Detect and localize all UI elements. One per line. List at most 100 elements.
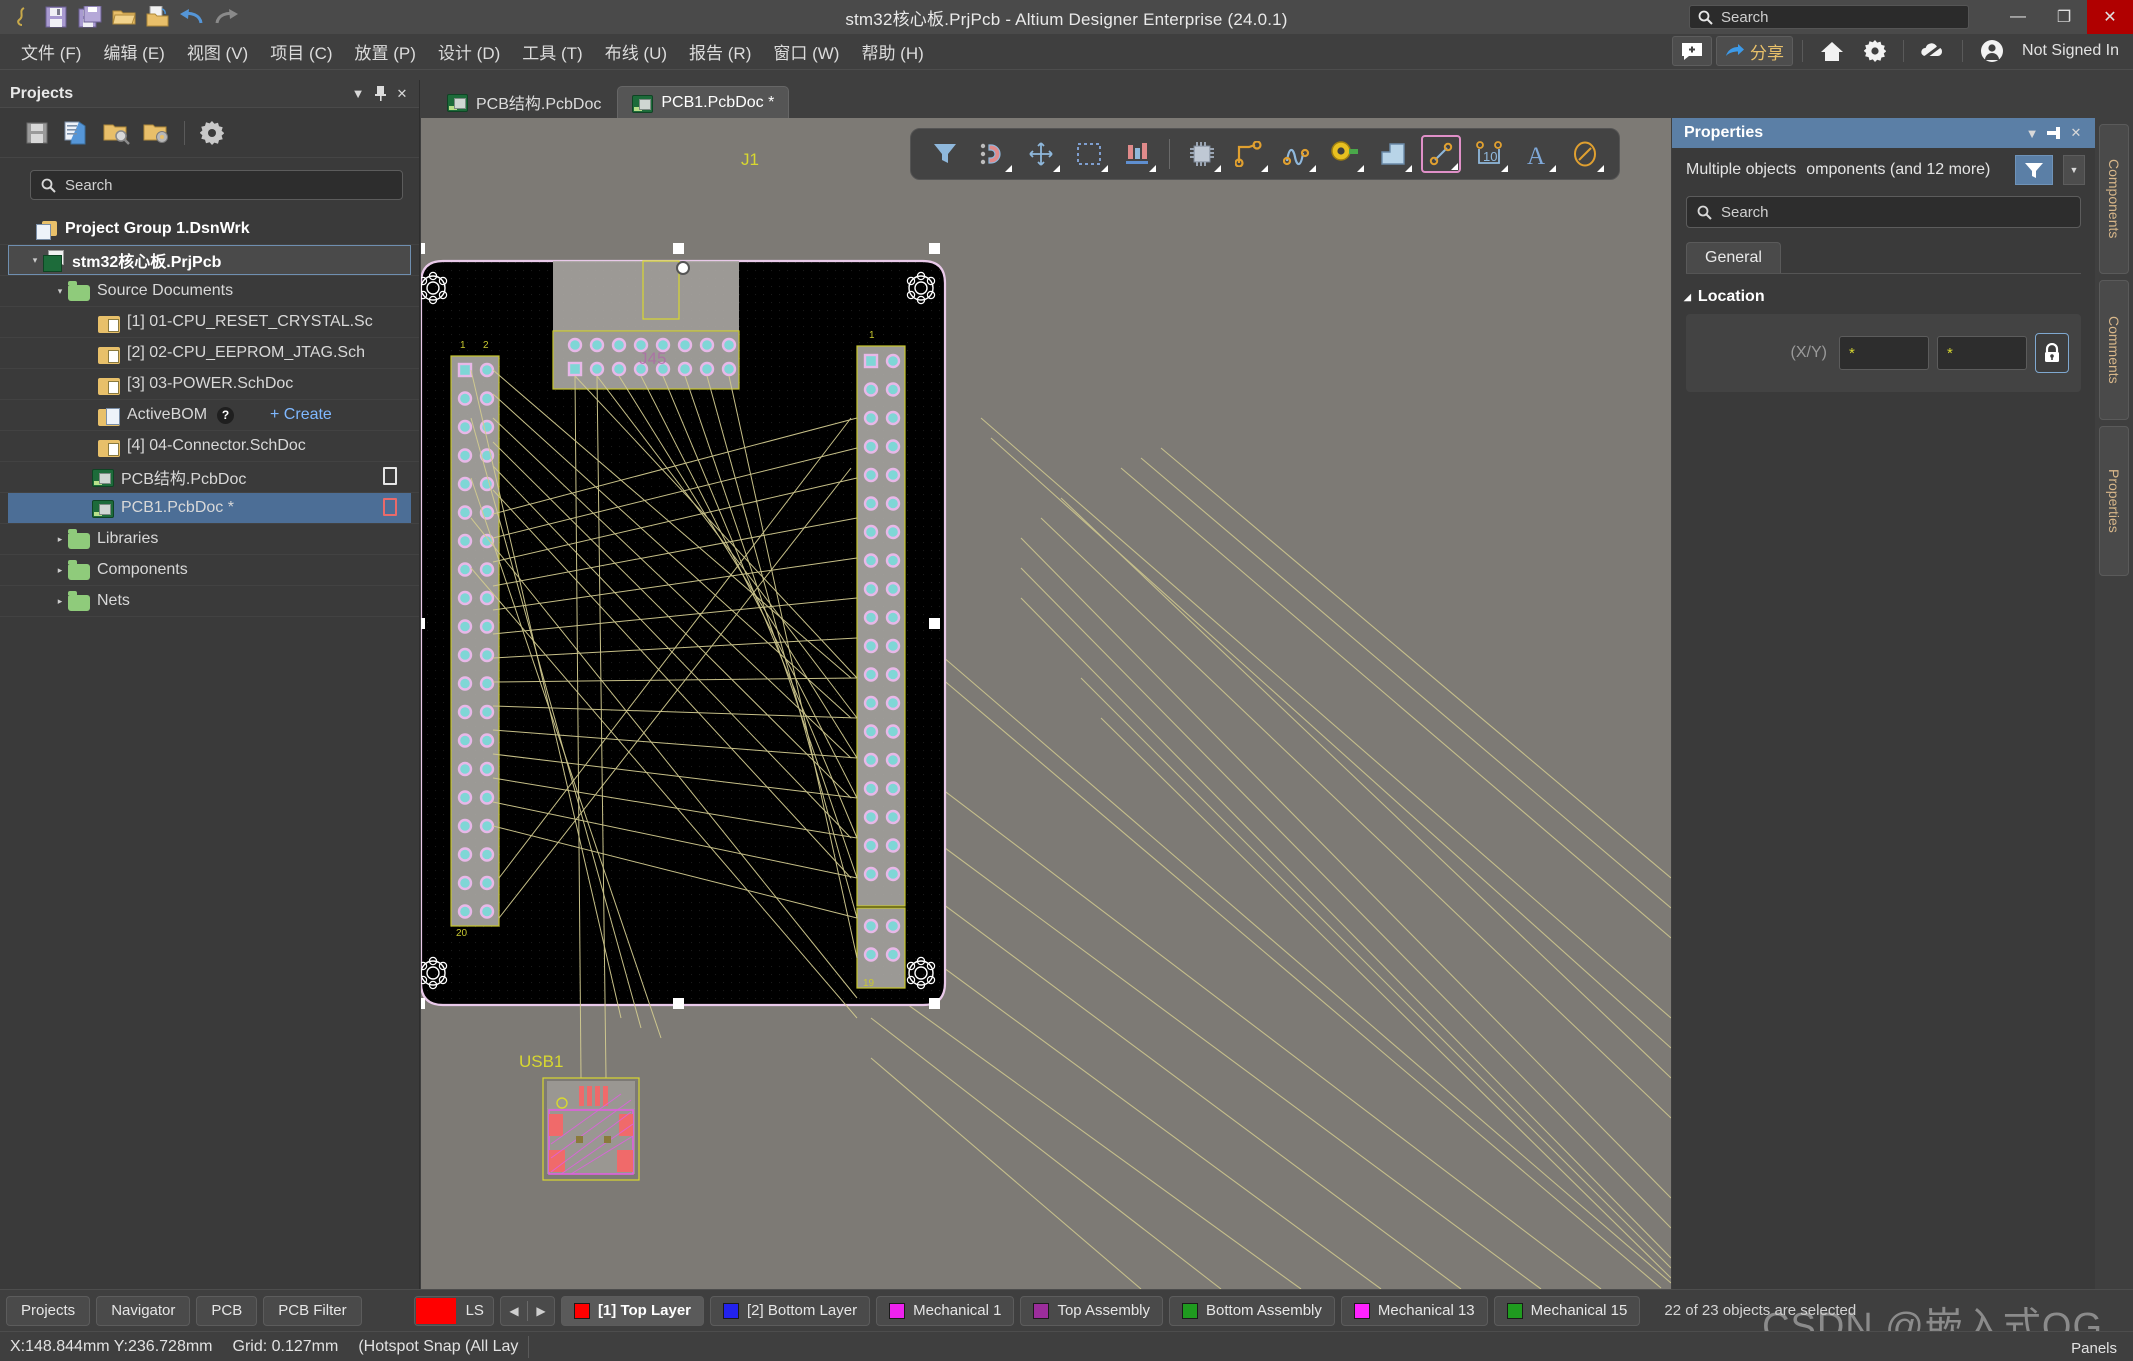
menu-item-tools[interactable]: 工具 (T) xyxy=(511,35,593,68)
pin-icon[interactable] xyxy=(2043,122,2065,144)
twisty-icon[interactable]: ▾ xyxy=(52,283,68,299)
pcb-canvas[interactable]: J45 J1 USB1 1 2 20 1 19 10 A xyxy=(421,118,1671,1289)
pen-icon[interactable] xyxy=(8,4,36,30)
menu-item-help[interactable]: 帮助 (H) xyxy=(850,35,934,68)
close-button[interactable]: ✕ xyxy=(2087,0,2133,34)
layer-tab-bottom-assembly[interactable]: Bottom Assembly xyxy=(1169,1295,1335,1326)
document-tab-pcb-structure[interactable]: PCB结构.PcbDoc xyxy=(433,86,615,118)
place-line-icon[interactable] xyxy=(1421,135,1462,173)
layer-tab-bottom-layer[interactable]: [2] Bottom Layer xyxy=(710,1295,871,1326)
add-comment-button[interactable] xyxy=(1672,36,1713,66)
pin-icon[interactable] xyxy=(369,83,391,105)
filter-icon[interactable] xyxy=(925,135,965,173)
tree-item-pcb-project[interactable]: ▾ stm32核心板.PrjPcb xyxy=(0,245,419,276)
chevron-down-icon[interactable]: ▼ xyxy=(347,83,369,105)
location-x-input[interactable]: * xyxy=(1839,336,1929,370)
layer-tab-top-assembly[interactable]: Top Assembly xyxy=(1020,1295,1164,1326)
menu-item-window[interactable]: 窗口 (W) xyxy=(762,35,850,68)
vtab-properties[interactable]: Properties xyxy=(2099,426,2129,576)
document-tab-pcb1[interactable]: PCB1.PcbDoc * xyxy=(617,86,790,118)
magnet-snap-icon[interactable] xyxy=(973,135,1013,173)
menu-item-edit[interactable]: 编辑 (E) xyxy=(92,35,175,68)
tree-item-components[interactable]: ▸ Components xyxy=(0,555,419,586)
properties-search-box[interactable]: Search xyxy=(1686,196,2081,228)
account-button[interactable] xyxy=(1972,36,2012,66)
layer-set-selector[interactable]: LS xyxy=(413,1295,494,1326)
menu-item-view[interactable]: 视图 (V) xyxy=(176,35,259,68)
layer-tab-mechanical-13[interactable]: Mechanical 13 xyxy=(1340,1295,1488,1326)
menu-item-route[interactable]: 布线 (U) xyxy=(594,35,678,68)
place-component-icon[interactable] xyxy=(1182,135,1222,173)
pcb-board-overlay[interactable]: J45 xyxy=(421,118,1671,1289)
properties-filter-button[interactable] xyxy=(2015,155,2053,185)
global-search-box[interactable]: Search xyxy=(1689,5,1969,29)
project-options-icon[interactable] xyxy=(142,118,172,148)
redo-icon[interactable] xyxy=(212,4,240,30)
selection-box-icon[interactable] xyxy=(1069,135,1109,173)
restore-button[interactable]: ❐ xyxy=(2041,0,2087,34)
location-lock-button[interactable] xyxy=(2035,333,2069,373)
panels-button[interactable]: Panels xyxy=(2061,1338,2127,1359)
tree-item-libraries[interactable]: ▸ Libraries xyxy=(0,524,419,555)
undo-icon[interactable] xyxy=(178,4,206,30)
preferences-button[interactable] xyxy=(1856,36,1894,66)
layer-tab-top-layer[interactable]: [1] Top Layer xyxy=(560,1295,705,1326)
panel-tab-navigator[interactable]: Navigator xyxy=(96,1295,191,1326)
menu-item-project[interactable]: 项目 (C) xyxy=(259,35,343,68)
twisty-icon[interactable]: ▾ xyxy=(27,252,43,268)
tree-item-source-documents[interactable]: ▾ Source Documents xyxy=(0,276,419,307)
menu-item-place[interactable]: 放置 (P) xyxy=(344,35,427,68)
tree-item-schematic-2[interactable]: [2] 02-CPU_EEPROM_JTAG.Sch xyxy=(0,338,419,369)
menu-item-reports[interactable]: 报告 (R) xyxy=(678,35,762,68)
align-icon[interactable] xyxy=(1117,135,1157,173)
twisty-icon[interactable]: ▸ xyxy=(52,531,68,547)
place-via-pad-icon[interactable] xyxy=(1325,135,1365,173)
location-y-input[interactable]: * xyxy=(1937,336,2027,370)
create-bom-link[interactable]: + Create xyxy=(270,406,332,424)
vtab-components[interactable]: Components xyxy=(2099,124,2129,274)
open-project-icon[interactable] xyxy=(102,118,132,148)
share-button[interactable]: 分享 xyxy=(1716,36,1794,66)
layer-prev-button[interactable]: ◀ xyxy=(501,1304,527,1318)
tree-item-project-group[interactable]: Project Group 1.DsnWrk xyxy=(0,214,419,245)
menu-item-design[interactable]: 设计 (D) xyxy=(427,35,511,68)
place-polygon-icon[interactable] xyxy=(1373,135,1413,173)
save-icon[interactable] xyxy=(42,4,70,30)
route-track-icon[interactable] xyxy=(1230,135,1270,173)
open-document-icon[interactable] xyxy=(144,4,172,30)
properties-filter-dropdown[interactable]: ▼ xyxy=(2063,155,2085,185)
place-dimension-icon[interactable]: 10 xyxy=(1469,135,1509,173)
layer-tab-mechanical-15[interactable]: Mechanical 15 xyxy=(1493,1295,1641,1326)
sign-in-status[interactable]: Not Signed In xyxy=(2022,42,2119,60)
notifications-off-button[interactable] xyxy=(1913,36,1953,66)
projects-search-box[interactable]: Search xyxy=(30,170,403,200)
move-crosshair-icon[interactable] xyxy=(1021,135,1061,173)
tree-item-pcb-structure-doc[interactable]: PCB结构.PcbDoc xyxy=(0,462,419,493)
panel-tab-pcb[interactable]: PCB xyxy=(196,1295,258,1326)
tree-item-pcb1-doc[interactable]: PCB1.PcbDoc * xyxy=(0,493,419,524)
layer-next-button[interactable]: ▶ xyxy=(528,1304,554,1318)
layer-tab-mechanical-1[interactable]: Mechanical 1 xyxy=(876,1295,1015,1326)
home-button[interactable] xyxy=(1812,36,1852,66)
tree-item-activebom[interactable]: ActiveBOM ? + Create xyxy=(0,400,419,431)
help-icon[interactable]: ? xyxy=(217,406,235,424)
save-all-icon[interactable] xyxy=(76,4,104,30)
chevron-down-icon[interactable]: ▼ xyxy=(2021,122,2043,144)
save-icon[interactable] xyxy=(22,118,52,148)
close-icon[interactable]: ✕ xyxy=(2065,122,2087,144)
twisty-icon[interactable]: ▸ xyxy=(52,562,68,578)
open-folder-icon[interactable] xyxy=(110,4,138,30)
close-icon[interactable]: ✕ xyxy=(391,83,413,105)
tree-item-schematic-3[interactable]: [3] 03-POWER.SchDoc xyxy=(0,369,419,400)
menu-item-file[interactable]: 文件 (F) xyxy=(10,35,92,68)
place-arc-icon[interactable] xyxy=(1565,135,1605,173)
tree-item-nets[interactable]: ▸ Nets xyxy=(0,586,419,617)
tab-general[interactable]: General xyxy=(1686,242,1781,273)
vtab-comments[interactable]: Comments xyxy=(2099,280,2129,420)
gear-icon[interactable] xyxy=(197,118,227,148)
tree-item-schematic-4[interactable]: [4] 04-Connector.SchDoc xyxy=(0,431,419,462)
tree-item-schematic-1[interactable]: [1] 01-CPU_RESET_CRYSTAL.Sc xyxy=(0,307,419,338)
panel-tab-projects[interactable]: Projects xyxy=(6,1295,91,1326)
minimize-button[interactable]: — xyxy=(1995,0,2041,34)
twisty-icon[interactable]: ▸ xyxy=(52,593,68,609)
